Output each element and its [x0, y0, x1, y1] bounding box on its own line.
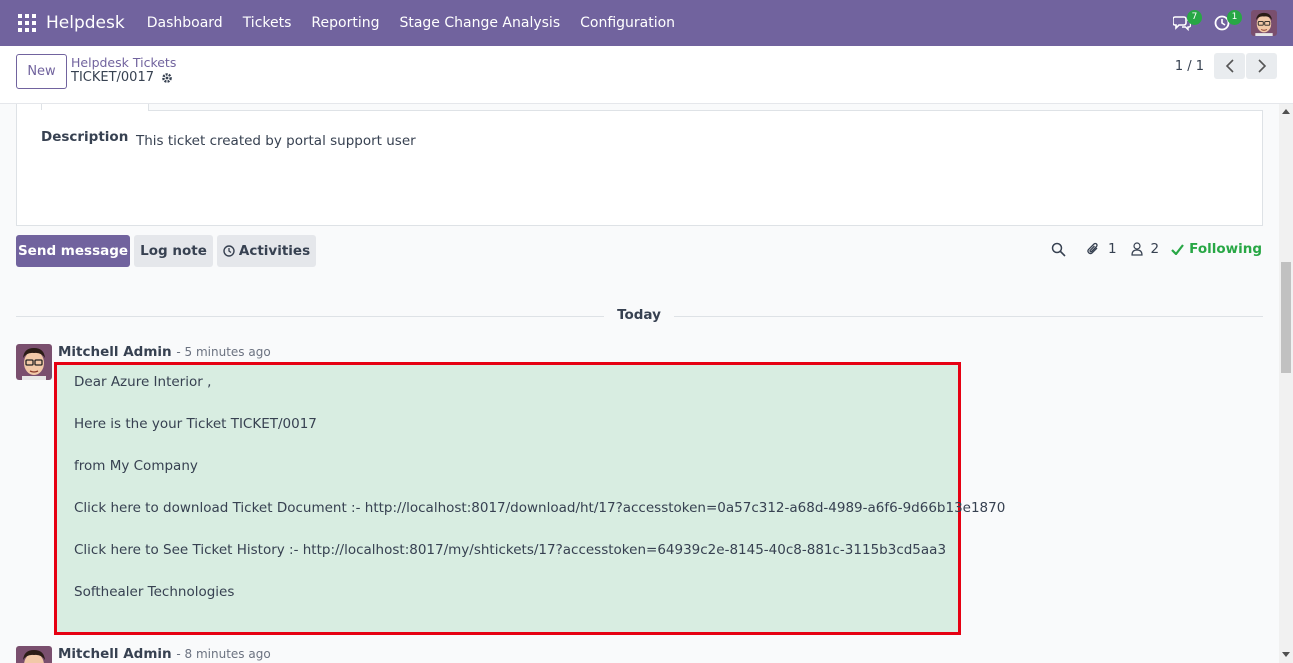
control-panel: New Helpdesk Tickets TICKET/0017 1 / 1 [0, 46, 1293, 104]
message-line: Dear Azure Interior , [74, 374, 212, 390]
scrollbar-thumb[interactable] [1281, 262, 1291, 373]
following-button[interactable]: Following [1171, 241, 1262, 257]
send-message-button[interactable]: Send message [16, 235, 130, 267]
date-separator: Today [617, 307, 661, 323]
avatar-icon [16, 646, 52, 663]
avatar-icon [1251, 10, 1277, 36]
breadcrumb-current: TICKET/0017 [71, 70, 173, 85]
scroll-up-arrow-icon[interactable] [1282, 109, 1290, 114]
menu-tickets[interactable]: Tickets [243, 15, 292, 31]
check-icon [1171, 243, 1185, 255]
avatar-icon [16, 344, 52, 380]
clock-icon [223, 245, 235, 257]
tab-divider [41, 104, 42, 110]
message-date: - 5 minutes ago [176, 345, 271, 359]
menu-dashboard[interactable]: Dashboard [147, 15, 223, 31]
message-author-avatar[interactable] [16, 344, 52, 380]
description-label: Description [41, 129, 129, 145]
message-header: Mitchell Admin - 8 minutes ago [58, 646, 271, 662]
scrollbar[interactable] [1279, 104, 1293, 663]
activities-systray[interactable]: 1 [1211, 10, 1242, 34]
menu-reporting[interactable]: Reporting [311, 15, 379, 31]
pager-next-button[interactable] [1246, 53, 1277, 79]
new-button[interactable]: New [16, 54, 67, 89]
record-name: TICKET/0017 [71, 70, 154, 85]
menu-configuration[interactable]: Configuration [580, 15, 675, 31]
message-line[interactable]: Click here to download Ticket Document :… [74, 499, 1005, 517]
menu-stage-change-analysis[interactable]: Stage Change Analysis [399, 15, 560, 31]
message-author[interactable]: Mitchell Admin [58, 344, 172, 360]
message-header: Mitchell Admin - 5 minutes ago [58, 344, 271, 360]
separator-line [674, 316, 1263, 317]
separator-line [16, 316, 604, 317]
description-field[interactable]: This ticket created by portal support us… [136, 133, 416, 149]
breadcrumb-parent[interactable]: Helpdesk Tickets [71, 55, 176, 70]
message-body: Dear Azure Interior , Here is the your T… [54, 362, 1005, 635]
activities-label: Activities [238, 243, 311, 259]
messages-systray[interactable]: 7 [1171, 10, 1202, 34]
chatter-topbar-right: 1 2 Following [1051, 241, 1262, 257]
message-line: Softhealer Technologies [74, 584, 235, 600]
chevron-right-icon [1257, 59, 1266, 73]
activities-button[interactable]: Activities [217, 235, 316, 267]
app-brand[interactable]: Helpdesk [46, 13, 125, 33]
scroll-down-arrow-icon[interactable] [1282, 652, 1290, 657]
top-navbar: Helpdesk Dashboard Tickets Reporting Sta… [0, 0, 1293, 46]
message-date: - 8 minutes ago [176, 647, 271, 661]
form-sheet [16, 111, 1263, 226]
log-note-button[interactable]: Log note [134, 235, 213, 267]
message-author[interactable]: Mitchell Admin [58, 646, 172, 662]
message-line: from My Company [74, 458, 198, 474]
apps-menu-icon[interactable] [18, 14, 36, 32]
user-icon[interactable] [1130, 242, 1143, 256]
gear-icon[interactable] [161, 72, 173, 84]
pager-previous-button[interactable] [1214, 53, 1245, 79]
following-label: Following [1189, 241, 1262, 257]
messages-badge: 7 [1187, 10, 1202, 25]
message-line: Here is the your Ticket TICKET/0017 [74, 416, 317, 432]
paperclip-icon[interactable] [1086, 241, 1100, 257]
attachments-count[interactable]: 1 [1108, 241, 1117, 257]
pager-value[interactable]: 1 / 1 [1175, 59, 1204, 74]
chevron-left-icon [1225, 59, 1234, 73]
activities-badge: 1 [1227, 10, 1242, 25]
search-icon[interactable] [1051, 242, 1066, 257]
user-avatar[interactable] [1251, 10, 1277, 36]
message-author-avatar[interactable] [16, 646, 52, 663]
followers-count[interactable]: 2 [1151, 241, 1160, 257]
message-line[interactable]: Click here to See Ticket History :- http… [74, 541, 946, 559]
